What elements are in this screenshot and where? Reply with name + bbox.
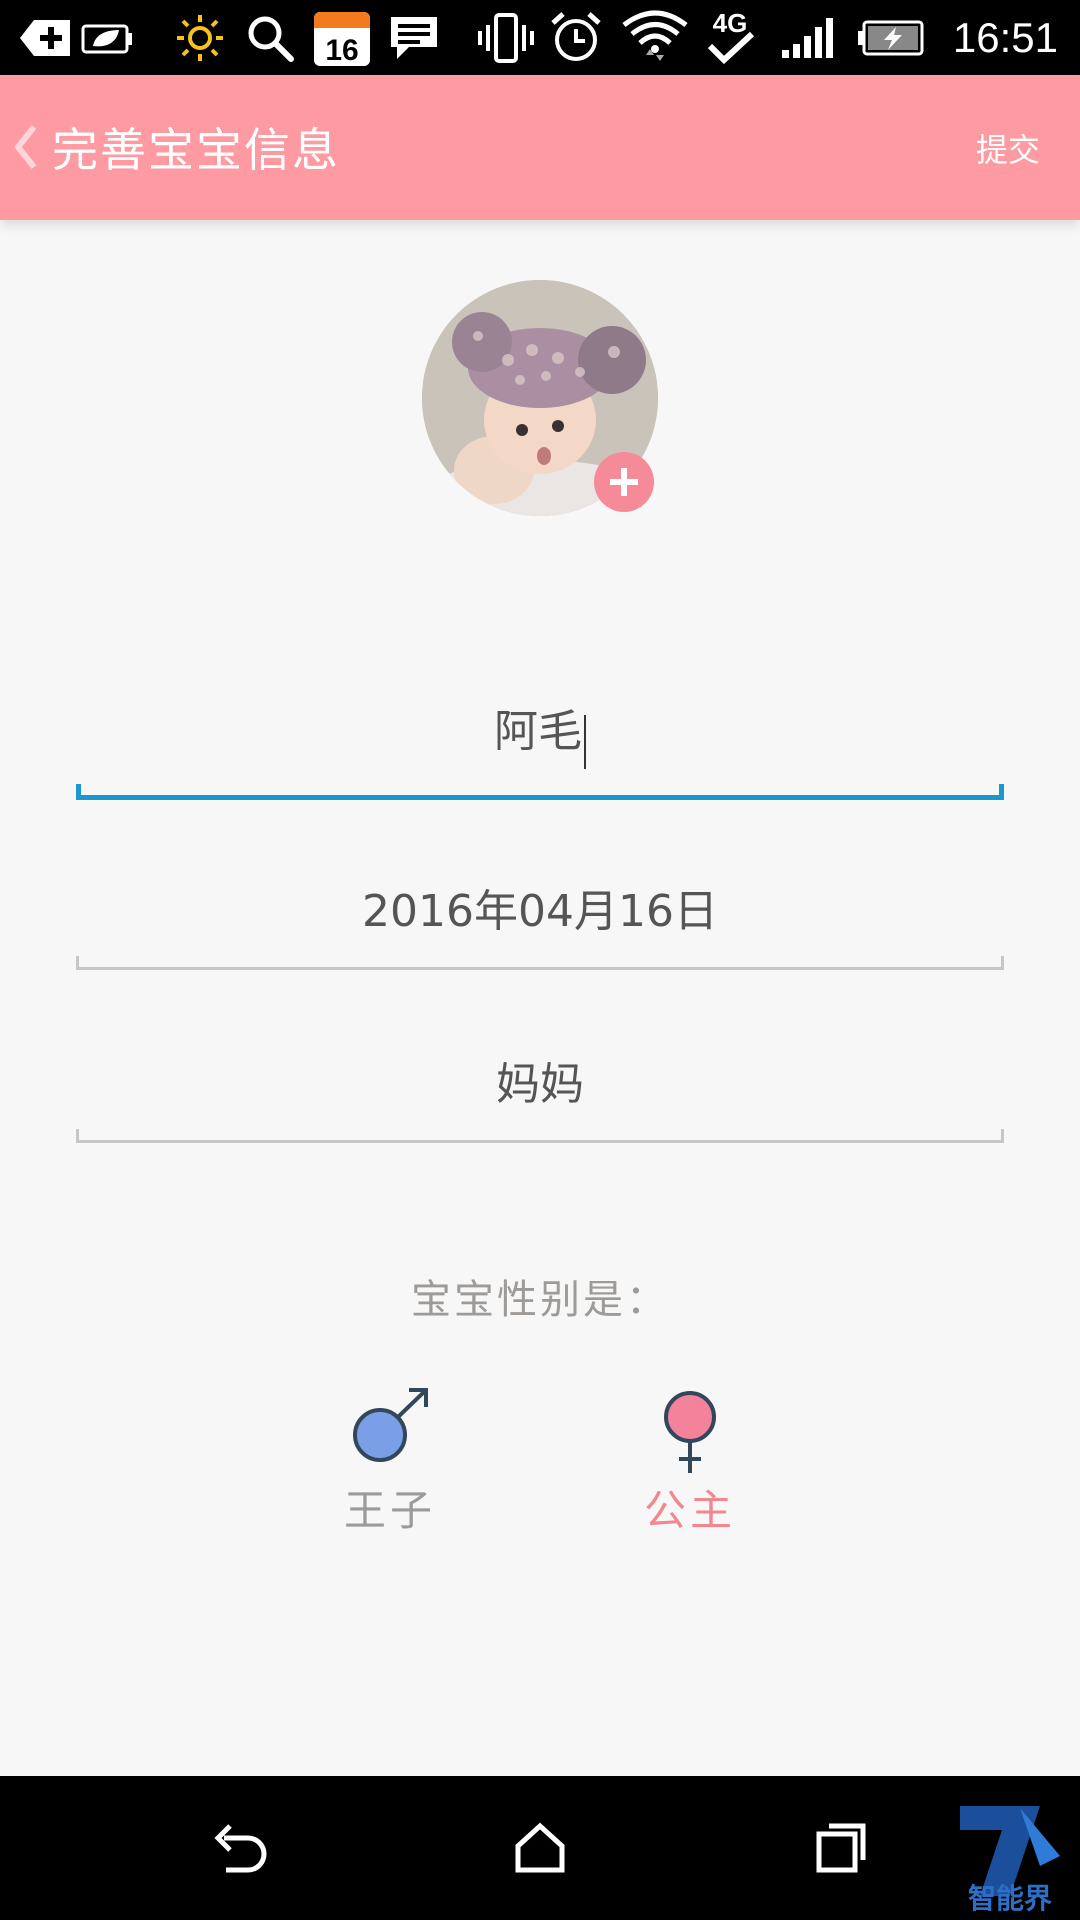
calendar-icon: 16 <box>312 10 372 67</box>
app-bar: 完善宝宝信息 提交 <box>0 75 1080 220</box>
status-bar: 16 4G 16:51 <box>0 0 1080 75</box>
text-cursor <box>584 714 586 769</box>
calendar-day: 16 <box>325 34 358 67</box>
avatar-picker[interactable] <box>422 280 658 516</box>
wifi-icon <box>622 10 688 66</box>
female-symbol-icon <box>664 1391 716 1473</box>
search-icon <box>242 10 298 66</box>
relation-underline <box>76 1129 1004 1143</box>
vibrate-icon <box>476 10 536 66</box>
name-underline <box>76 784 1004 800</box>
back-chevron-icon[interactable] <box>10 119 40 175</box>
status-time: 16:51 <box>952 14 1058 61</box>
network-4g-icon: 4G <box>702 8 758 66</box>
birthday-value: 2016年04月16日 <box>362 886 718 937</box>
add-photo-button[interactable] <box>594 452 654 512</box>
relation-field[interactable]: 妈妈 <box>76 1053 1004 1143</box>
brightness-icon <box>172 10 228 66</box>
back-icon[interactable] <box>205 1818 275 1878</box>
birthday-underline <box>76 956 1004 970</box>
gender-option-girl[interactable]: 公主 <box>620 1385 760 1541</box>
birthday-field[interactable]: 2016年04月16日 <box>76 880 1004 970</box>
relation-value: 妈妈 <box>496 1059 584 1110</box>
gender-option-boy[interactable]: 王子 <box>320 1385 460 1541</box>
leaf-battery-icon <box>80 10 136 66</box>
male-symbol-icon <box>353 1388 428 1462</box>
gender-question: 宝宝性别是： <box>411 1277 669 1323</box>
add-notification-icon <box>18 10 74 66</box>
screen: 16 4G 16:51 完善宝宝信息 提交 阿毛 2016年04月16日 妈妈 … <box>0 0 1080 1920</box>
plus-icon <box>610 468 638 496</box>
alarm-icon <box>548 10 604 66</box>
gender-label-girl: 公主 <box>643 1486 736 1535</box>
navigation-bar: 智能界 <box>0 1776 1080 1920</box>
watermark-logo: 智能界 <box>950 1796 1070 1916</box>
network-label: 4G <box>713 8 748 38</box>
signal-icon <box>780 10 838 66</box>
submit-button[interactable]: 提交 <box>976 120 1040 180</box>
watermark-text: 智能界 <box>968 1882 1052 1915</box>
baby-name-value: 阿毛 <box>494 706 582 757</box>
recent-apps-icon[interactable] <box>806 1818 876 1878</box>
home-icon[interactable] <box>505 1818 575 1878</box>
battery-charging-icon <box>856 10 926 66</box>
gender-label-boy: 王子 <box>343 1486 436 1535</box>
message-icon <box>386 10 442 66</box>
page-title: 完善宝宝信息 <box>52 123 340 177</box>
baby-name-field[interactable]: 阿毛 <box>76 700 1004 800</box>
